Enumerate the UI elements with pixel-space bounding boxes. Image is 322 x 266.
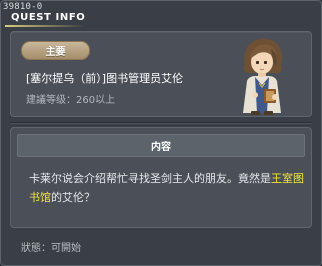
quest-type-badge: 主要 — [21, 41, 90, 60]
description-text-end: 的艾伦？ — [51, 191, 95, 204]
title-underline — [5, 25, 85, 27]
recommended-level: 建議等级：260以上 — [26, 95, 116, 106]
npc-portrait-icon — [243, 38, 283, 115]
window-id-label: 39810-0 — [3, 2, 43, 12]
section-divider — [10, 122, 312, 123]
quest-content-panel: 内容 卡莱尔说会介绍帮忙寻找圣剑主人的朋友。竟然是王室图书馆的艾伦？ — [10, 127, 312, 228]
description-text: 卡莱尔说会介绍帮忙寻找圣剑主人的朋友。竟然是 — [29, 172, 271, 185]
window-title: QUEST INFO — [11, 12, 86, 23]
quest-name: [塞尔提乌（前）]图书管理员艾伦 — [26, 72, 184, 85]
quest-status: 狀態：可開始 — [21, 243, 81, 254]
quest-info-window: 39810-0 QUEST INFO 主要 [塞尔提乌（前）]图书管理员艾伦 建… — [0, 0, 322, 266]
quest-summary-panel: 主要 [塞尔提乌（前）]图书管理员艾伦 建議等级：260以上 — [10, 31, 312, 117]
quest-description: 卡莱尔说会介绍帮忙寻找圣剑主人的朋友。竟然是王室图书馆的艾伦？ — [29, 169, 305, 207]
content-header: 内容 — [17, 134, 305, 157]
